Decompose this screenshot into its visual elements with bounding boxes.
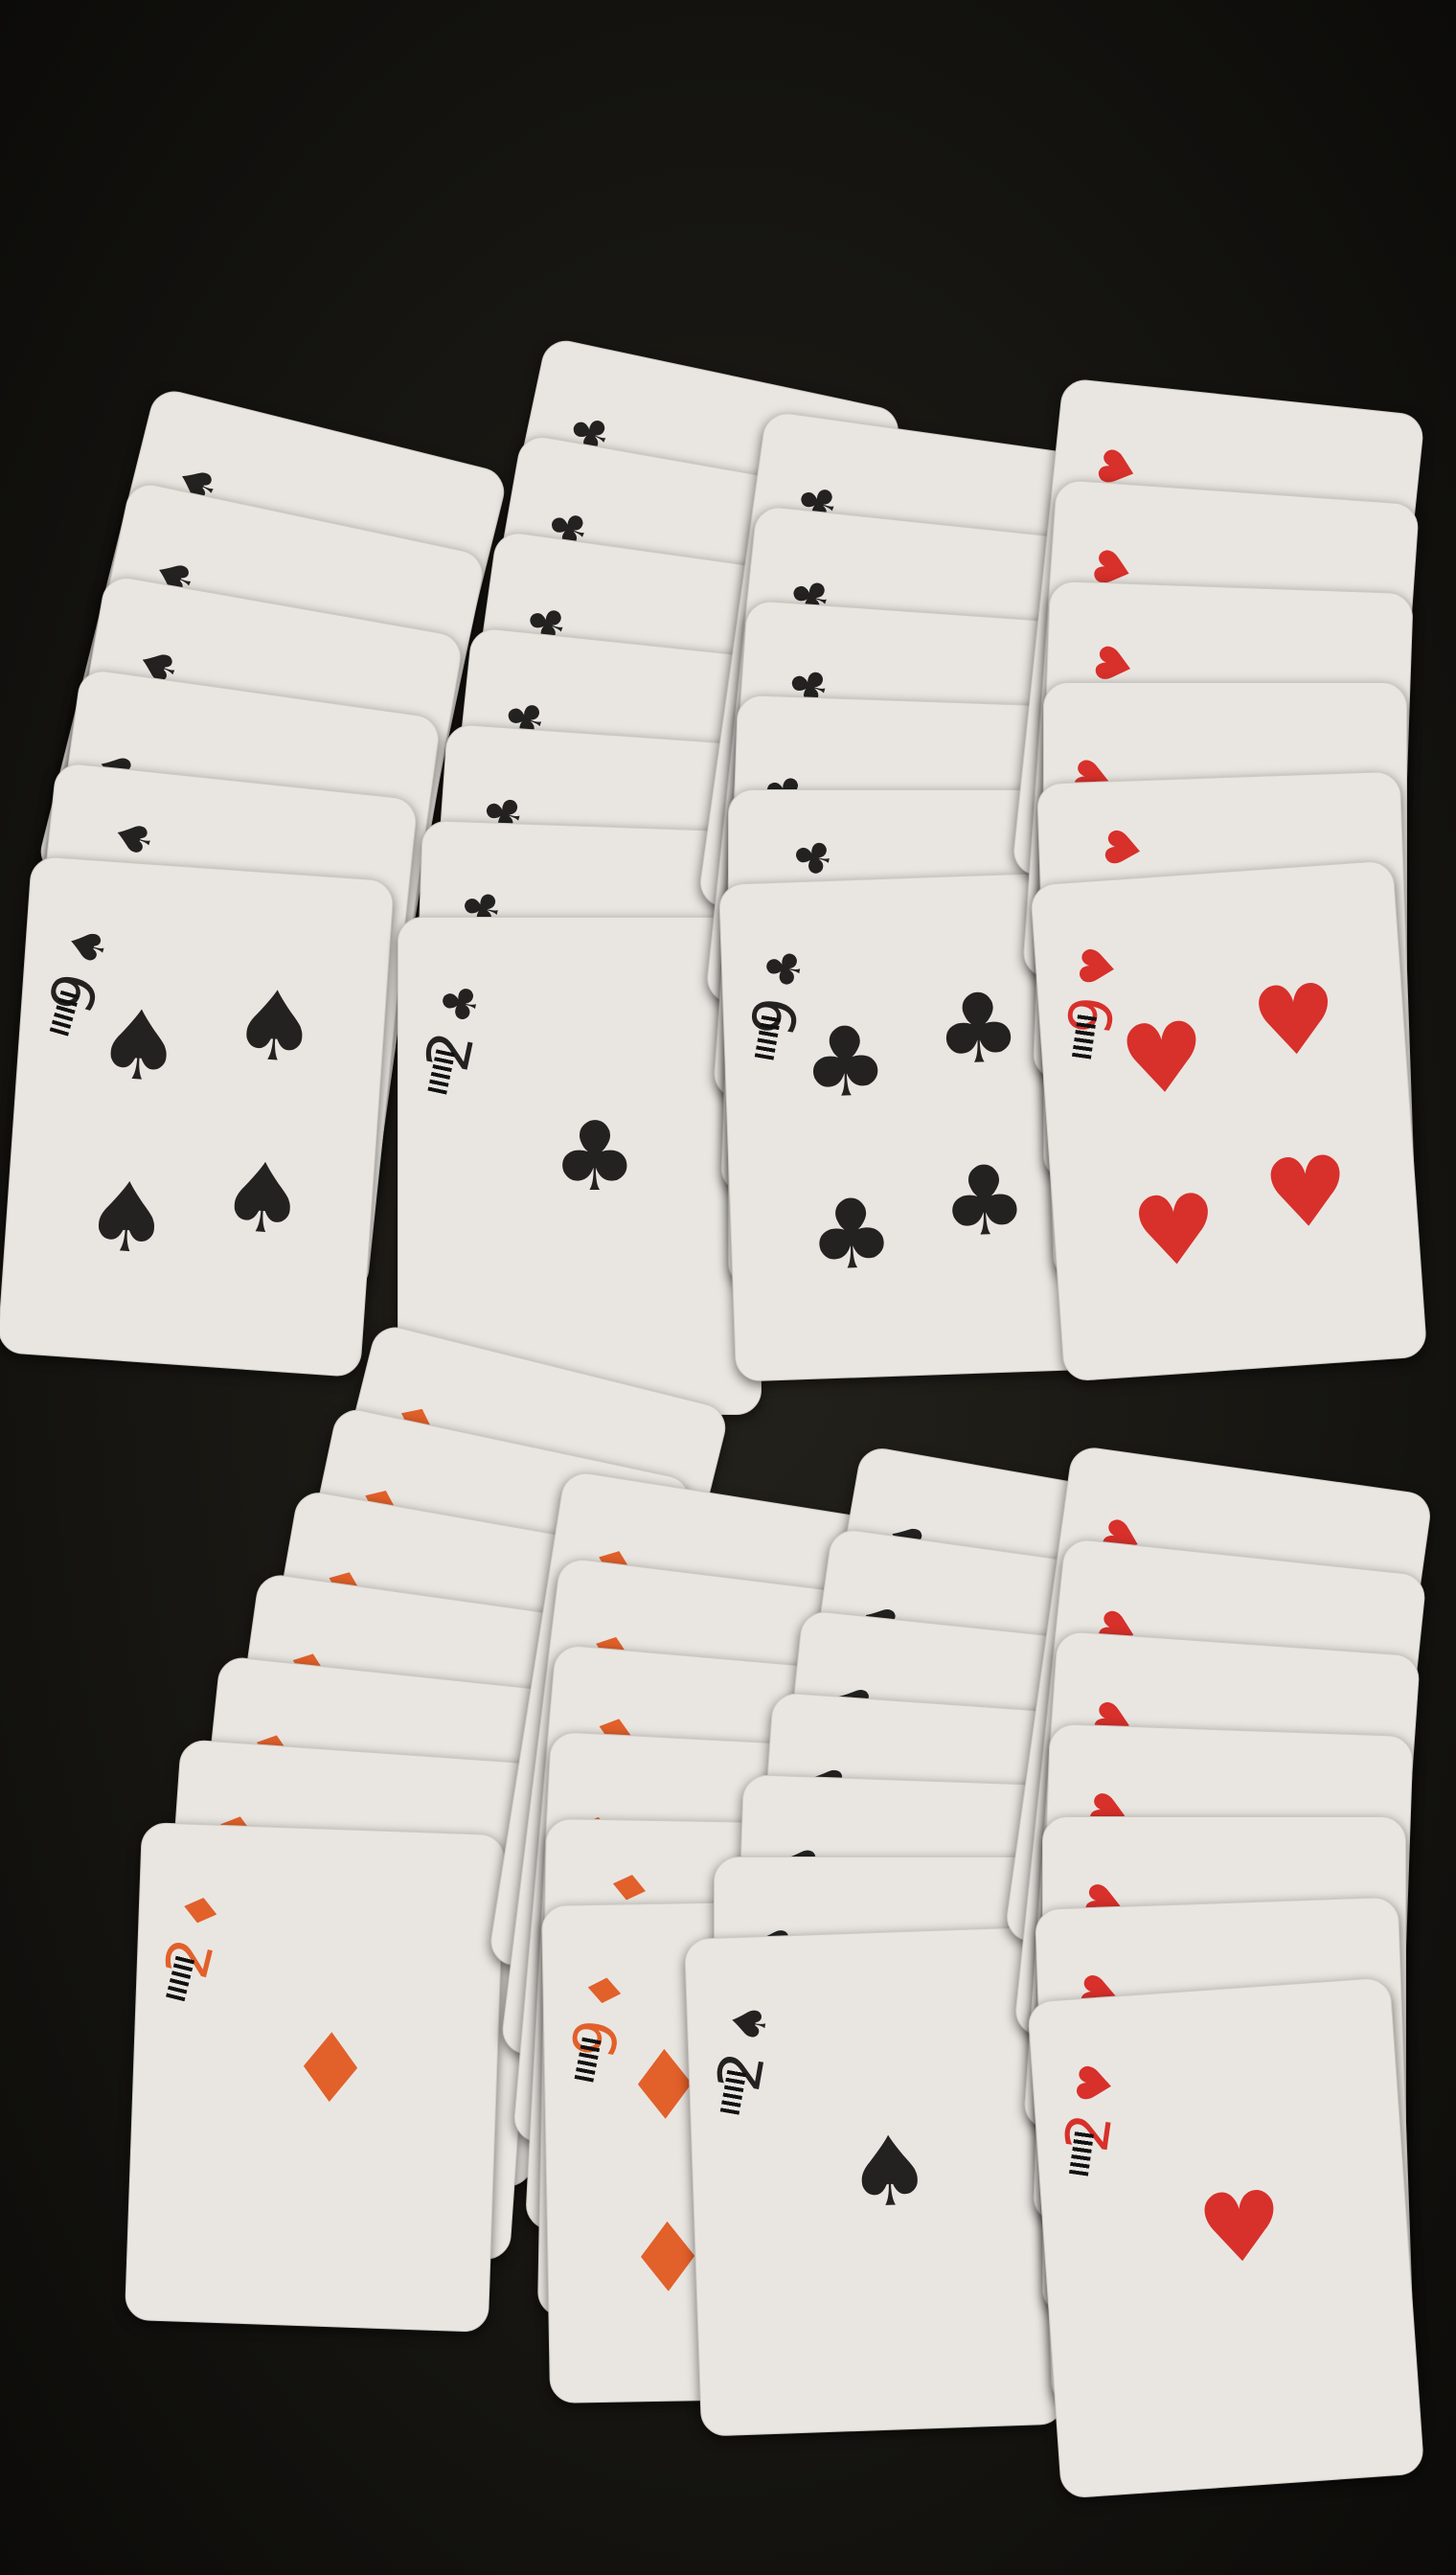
suit-icon: ♥ [1066,2060,1126,2108]
card-corner-index: 2♠ [703,1997,783,2096]
suit-pip-icon: ♣ [806,1176,897,1292]
suit-pip-icon: ♠ [228,968,322,1086]
playing-card[interactable]: 9♠♠♠♠♠ [0,855,396,1379]
suit-pip-icon: ♣ [552,1101,638,1213]
suit-pip-icon: ♠ [92,987,187,1105]
suit-icon: ♠ [57,919,121,974]
suit-icon: ♦ [171,1883,234,1938]
suit-pip-icon: ♦ [285,2011,375,2127]
playing-card[interactable]: 2♠♠ [684,1926,1065,2437]
suit-pip-icon: ♠ [80,1158,174,1277]
suit-pip-icon: ♣ [939,1143,1030,1260]
suit-pip-icon: ♣ [800,1004,891,1121]
suit-pip-icon: ♥ [1247,962,1342,1081]
suit-pip-icon: ♣ [933,971,1024,1087]
suit-pip-icon: ♠ [844,2114,935,2230]
suit-icon: ♠ [719,1997,781,2048]
table-surface: A♠K♠Q♠J♠10♠9♠♠♠♠♠8♣7♣6♣5♣4♣3♣2♣♣A♣K♣Q♣J♣… [0,0,1456,2575]
suit-pip-icon: ♥ [1260,1133,1354,1252]
playing-card[interactable]: 2♦♦ [124,1822,506,2333]
suit-icon: ♣ [754,943,815,993]
suit-pip-icon: ♥ [1127,1172,1222,1290]
suit-pip-icon: ♥ [1116,999,1210,1118]
suit-icon: ♦ [575,1965,636,2017]
suit-pip-icon: ♠ [216,1139,310,1258]
suit-icon: ♣ [783,832,845,883]
suit-icon: ♠ [102,809,168,867]
playing-card[interactable]: 9♥♥♥♥♥ [1030,859,1428,1382]
card-corner-index: 2♦ [151,1883,236,1985]
playing-card[interactable]: 2♥♥ [1027,1976,1425,2499]
card-corner-index: 2♣ [412,977,494,1077]
suit-icon: ♣ [429,977,491,1030]
suit-icon: ♥ [1069,943,1128,991]
suit-pip-icon: ♥ [1194,2169,1287,2288]
suit-icon: ♥ [1094,823,1155,874]
